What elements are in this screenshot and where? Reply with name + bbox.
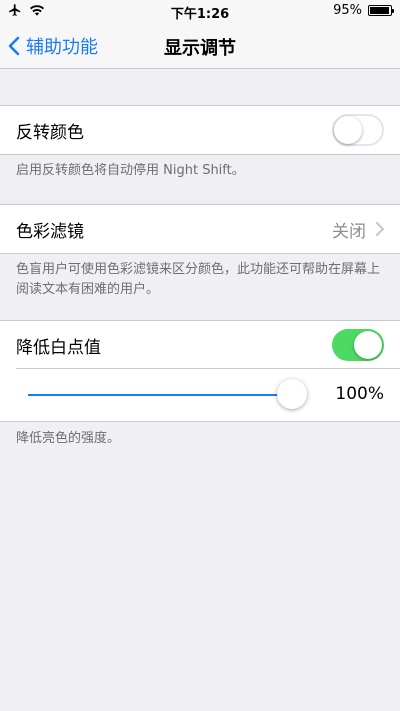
white-point-slider-thumb[interactable] bbox=[277, 379, 307, 409]
color-filters-footer: 色盲用户可使用色彩滤镜来区分颜色，此功能还可帮助在屏幕上阅读文本有困难的用户。 bbox=[16, 262, 381, 297]
status-right: 95% bbox=[333, 3, 394, 18]
white-point-slider-row: 100% bbox=[0, 369, 400, 421]
color-filters-group: 色彩滤镜 关闭 bbox=[0, 204, 400, 254]
chevron-right-icon bbox=[376, 222, 384, 236]
invert-colors-label: 反转颜色 bbox=[16, 122, 84, 143]
color-filters-value: 关闭 bbox=[332, 221, 366, 242]
reduce-white-point-footer: 降低亮色的强度。 bbox=[16, 431, 121, 446]
battery-fill bbox=[370, 7, 389, 14]
battery-icon bbox=[368, 5, 394, 16]
reduce-white-point-toggle[interactable] bbox=[332, 329, 384, 361]
page-title: 显示调节 bbox=[164, 38, 236, 59]
invert-colors-row: 反转颜色 bbox=[0, 106, 400, 154]
reduce-white-point-label: 降低白点值 bbox=[16, 337, 101, 358]
reduce-white-point-row: 降低白点值 bbox=[0, 321, 400, 369]
invert-colors-toggle[interactable] bbox=[332, 114, 384, 146]
white-point-value: 100% bbox=[335, 384, 384, 404]
color-filters-label: 色彩滤镜 bbox=[16, 221, 84, 242]
white-point-slider-track[interactable] bbox=[28, 394, 292, 396]
color-filters-detail[interactable]: 关闭 bbox=[332, 205, 384, 253]
reduce-white-point-group: 降低白点值 100% bbox=[0, 320, 400, 422]
toggle-knob bbox=[354, 331, 382, 359]
battery-percent: 95% bbox=[333, 3, 362, 18]
status-bar: 下午1:26 95% bbox=[0, 0, 400, 22]
invert-colors-group: 反转颜色 bbox=[0, 105, 400, 155]
invert-colors-footer: 启用反转颜色将自动停用 Night Shift。 bbox=[16, 163, 245, 178]
white-point-slider-fill bbox=[28, 394, 292, 396]
toggle-knob bbox=[334, 116, 362, 144]
color-filters-row[interactable]: 色彩滤镜 关闭 bbox=[0, 205, 400, 253]
nav-bar: 辅助功能 显示调节 bbox=[0, 22, 400, 69]
